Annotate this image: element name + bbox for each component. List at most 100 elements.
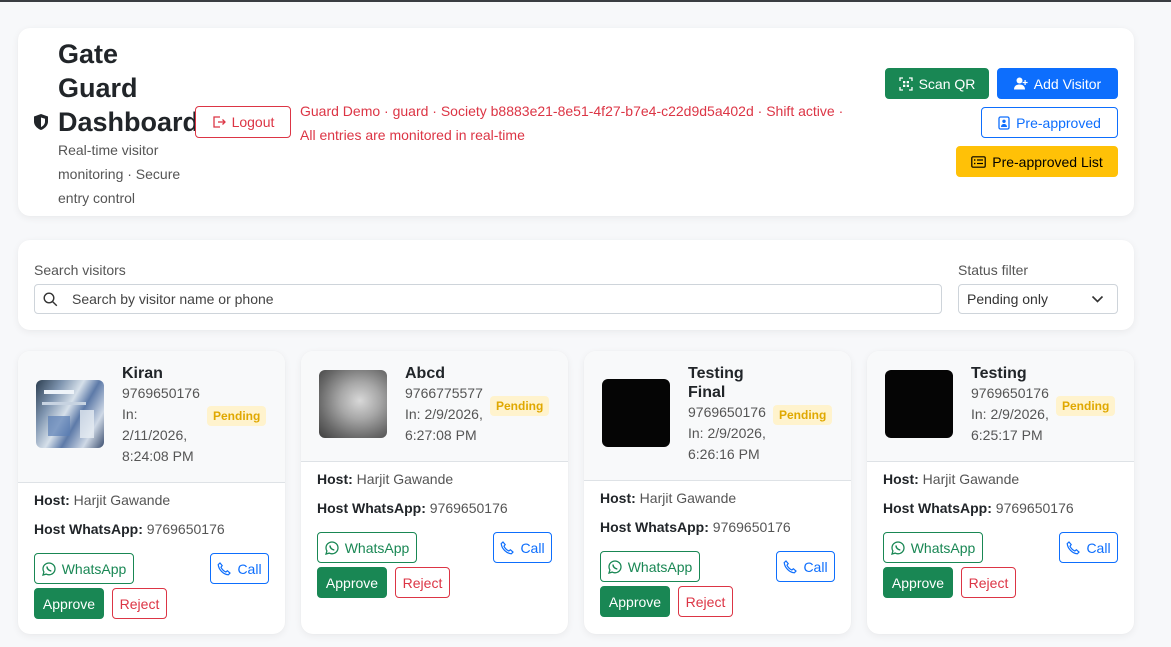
host-whatsapp-info: Host WhatsApp: 9769650176: [34, 521, 225, 537]
host-label: Host:: [600, 490, 636, 506]
host-label: Host:: [317, 471, 353, 487]
subtitle-line: monitoring · Secure: [58, 166, 181, 182]
visitor-card-header: Testing 9769650176 In: 2/9/2026, 6:25:17…: [867, 351, 1134, 462]
call-button[interactable]: Call: [776, 551, 835, 582]
scan-qr-button[interactable]: Scan QR: [885, 68, 989, 99]
whatsapp-icon: [607, 559, 622, 574]
title-line: Dashboard: [58, 107, 200, 137]
visitor-photo: [885, 370, 953, 438]
host-label: Host:: [883, 471, 919, 487]
subtitle-line: entry control: [58, 190, 136, 206]
whatsapp-button[interactable]: WhatsApp: [34, 553, 134, 584]
whatsapp-label: WhatsApp: [61, 560, 127, 577]
filter-panel: Search visitors Search by visitor name o…: [18, 240, 1134, 330]
call-button[interactable]: Call: [1059, 532, 1118, 563]
approve-button[interactable]: Approve: [883, 567, 953, 598]
approve-button[interactable]: Approve: [34, 588, 104, 619]
reject-button[interactable]: Reject: [395, 567, 450, 598]
host-info: Host: Harjit Gawande: [883, 471, 1019, 487]
search-input[interactable]: Search by visitor name or phone: [34, 284, 942, 314]
person-add-icon: [1013, 77, 1028, 90]
guard-info-line: All entries are monitored in real-time: [300, 127, 525, 143]
visitor-name: Testing: [971, 365, 1027, 382]
preapproved-button[interactable]: Pre-approved: [981, 107, 1118, 138]
visitor-card-header: Abcd 9766775577 In: 2/9/2026, 6:27:08 PM…: [301, 351, 568, 462]
host-whatsapp-number: 9769650176: [995, 500, 1074, 516]
approve-label: Approve: [891, 574, 945, 591]
approve-label: Approve: [608, 593, 662, 610]
whatsapp-label: WhatsApp: [344, 539, 410, 556]
visitor-phone: 9766775577: [405, 385, 483, 401]
approve-label: Approve: [325, 574, 379, 591]
visitor-in-time: In: 2/9/2026, 6:27:08 PM: [405, 404, 483, 446]
host-name: Harjit Gawande: [73, 492, 171, 508]
visitor-in-time: In: 2/9/2026, 6:25:17 PM: [971, 404, 1049, 446]
host-whatsapp-label: Host WhatsApp:: [34, 521, 143, 537]
host-whatsapp-number: 9769650176: [146, 521, 225, 537]
in-line: In: 2/9/2026,: [971, 406, 1049, 422]
reject-button[interactable]: Reject: [112, 588, 167, 619]
phone-icon: [1067, 540, 1081, 554]
whatsapp-icon: [41, 561, 56, 576]
search-placeholder: Search by visitor name or phone: [72, 291, 274, 307]
whatsapp-label: WhatsApp: [627, 558, 693, 575]
visitor-name-line: Testing: [688, 365, 744, 382]
host-whatsapp-label: Host WhatsApp:: [883, 500, 992, 516]
title-line: Gate: [58, 39, 119, 69]
call-label: Call: [237, 560, 262, 577]
call-label: Call: [803, 558, 828, 575]
host-name: Harjit Gawande: [922, 471, 1020, 487]
visitor-in-time: In: 2/11/2026, 8:24:08 PM: [122, 404, 194, 467]
add-visitor-button[interactable]: Add Visitor: [997, 68, 1118, 99]
visitor-card: Testing 9769650176 In: 2/9/2026, 6:25:17…: [867, 351, 1134, 634]
visitor-name: Testing Final: [688, 364, 744, 402]
visitor-phone: 9769650176: [971, 385, 1049, 401]
visitor-card-header: Kiran 9769650176 In: 2/11/2026, 8:24:08 …: [18, 351, 285, 483]
visitor-photo: [602, 379, 670, 447]
status-filter-label: Status filter: [958, 262, 1029, 278]
status-filter-select[interactable]: Pending only: [958, 284, 1118, 314]
host-whatsapp-label: Host WhatsApp:: [600, 519, 709, 535]
phone-icon: [501, 540, 515, 554]
chevron-down-icon: [1091, 295, 1104, 303]
reject-label: Reject: [119, 595, 160, 612]
host-info: Host: Harjit Gawande: [317, 471, 453, 487]
status-badge: Pending: [207, 406, 267, 426]
approve-button[interactable]: Approve: [600, 586, 670, 617]
whatsapp-button[interactable]: WhatsApp: [600, 551, 700, 582]
visitor-card: Kiran 9769650176 In: 2/11/2026, 8:24:08 …: [18, 351, 285, 634]
call-label: Call: [520, 539, 545, 556]
host-whatsapp-label: Host WhatsApp:: [317, 500, 426, 516]
logout-button[interactable]: Logout: [195, 106, 291, 138]
search-label: Search visitors: [34, 262, 126, 278]
in-line: In: 2/9/2026,: [405, 406, 483, 422]
reject-button[interactable]: Reject: [678, 586, 733, 617]
approve-button[interactable]: Approve: [317, 567, 387, 598]
scan-qr-label: Scan QR: [918, 75, 976, 92]
status-filter-value: Pending only: [967, 291, 1048, 307]
card-list-icon: [971, 155, 987, 168]
reject-button[interactable]: Reject: [961, 567, 1016, 598]
host-info: Host: Harjit Gawande: [600, 490, 736, 506]
reject-label: Reject: [685, 593, 726, 610]
preapproved-list-button[interactable]: Pre-approved List: [956, 146, 1118, 177]
visitor-phone: 9769650176: [688, 404, 766, 420]
preapproved-label: Pre-approved: [1016, 114, 1101, 131]
host-whatsapp-info: Host WhatsApp: 9769650176: [883, 500, 1074, 516]
phone-icon: [218, 561, 232, 575]
whatsapp-label: WhatsApp: [910, 539, 976, 556]
header-panel: Gate Guard Dashboard Real-time visitor m…: [18, 28, 1134, 216]
call-button[interactable]: Call: [210, 553, 269, 584]
status-badge: Pending: [1056, 396, 1116, 416]
whatsapp-button[interactable]: WhatsApp: [317, 532, 417, 563]
visitor-photo: [36, 380, 104, 448]
call-button[interactable]: Call: [493, 532, 552, 563]
title-line: Guard: [58, 73, 138, 103]
visitor-card-header: Testing Final 9769650176 In: 2/9/2026, 6…: [584, 351, 851, 481]
host-whatsapp-info: Host WhatsApp: 9769650176: [600, 519, 791, 535]
host-name: Harjit Gawande: [356, 471, 454, 487]
whatsapp-button[interactable]: WhatsApp: [883, 532, 983, 563]
in-line: 8:24:08 PM: [122, 448, 194, 464]
approve-label: Approve: [42, 595, 96, 612]
whatsapp-icon: [890, 540, 905, 555]
